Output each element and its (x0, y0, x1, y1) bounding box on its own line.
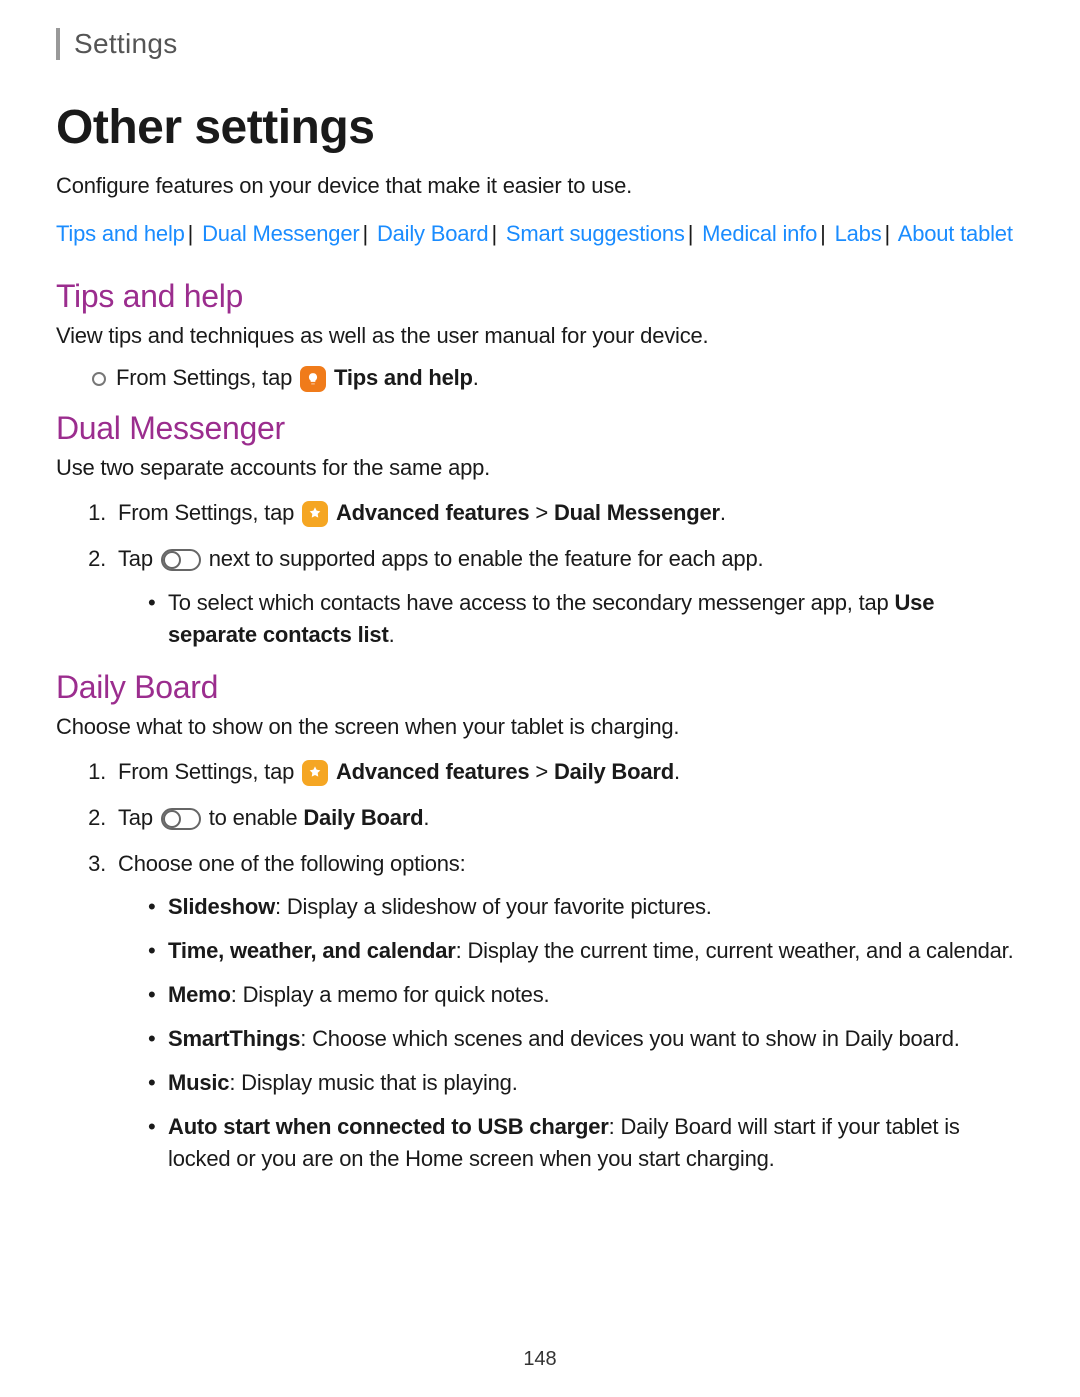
dual-s1-gt: > (535, 500, 548, 525)
dual-s2-suffix: next to supported apps to enable the fea… (209, 546, 764, 571)
toc-sep: | (363, 221, 369, 246)
toc-link-labs[interactable]: Labs (835, 221, 882, 246)
toc-link-dual[interactable]: Dual Messenger (202, 221, 359, 246)
lightbulb-icon (300, 366, 326, 392)
list-item: Auto start when connected to USB charger… (148, 1111, 1024, 1175)
dual-s2-prefix: Tap (118, 546, 153, 571)
dual-intro: Use two separate accounts for the same a… (56, 455, 1024, 481)
dual-step-1: From Settings, tap Advanced features > D… (112, 497, 1024, 529)
open-circle-bullet-icon (92, 372, 106, 386)
dual-s1-prefix: From Settings, tap (118, 500, 294, 525)
dual-s1-b2: Dual Messenger (554, 500, 720, 525)
toc-link-medical[interactable]: Medical info (702, 221, 817, 246)
opt-text: : Display a memo for quick notes. (231, 982, 550, 1007)
opt-text: : Display a slideshow of your favorite p… (275, 894, 712, 919)
list-item: Memo: Display a memo for quick notes. (148, 979, 1024, 1011)
toc-sep: | (820, 221, 826, 246)
daily-s2-bold: Daily Board (303, 805, 423, 830)
tips-step-label: Tips and help (334, 365, 473, 390)
list-item: Music: Display music that is playing. (148, 1067, 1024, 1099)
daily-s3: Choose one of the following options: (118, 851, 466, 876)
tips-step: From Settings, tap Tips and help. (92, 365, 1024, 392)
opt-bold: Slideshow (168, 894, 275, 919)
opt-text: : Choose which scenes and devices you wa… (300, 1026, 959, 1051)
daily-s1-b1: Advanced features (336, 759, 529, 784)
opt-text: : Display music that is playing. (229, 1070, 517, 1095)
daily-s1-b2: Daily Board (554, 759, 674, 784)
advanced-features-icon (302, 501, 328, 527)
dual-steps: From Settings, tap Advanced features > D… (112, 497, 1024, 651)
toc-sep: | (885, 221, 891, 246)
toc-link-about[interactable]: About tablet (898, 221, 1013, 246)
toc: Tips and help| Dual Messenger| Daily Boa… (56, 217, 1024, 250)
opt-bold: Auto start when connected to USB charger (168, 1114, 609, 1139)
toc-link-smart[interactable]: Smart suggestions (506, 221, 685, 246)
advanced-features-icon (302, 760, 328, 786)
dual-step-2: Tap next to supported apps to enable the… (112, 543, 1024, 651)
daily-step-3: Choose one of the following options: Sli… (112, 848, 1024, 1175)
dual-s1-b1: Advanced features (336, 500, 529, 525)
list-item: SmartThings: Choose which scenes and dev… (148, 1023, 1024, 1055)
breadcrumb: Settings (74, 28, 1024, 60)
toc-sep: | (688, 221, 694, 246)
page-title: Other settings (56, 100, 1024, 155)
daily-s1-prefix: From Settings, tap (118, 759, 294, 784)
toggle-icon (161, 549, 201, 571)
opt-bold: Memo (168, 982, 231, 1007)
dual-sub: To select which contacts have access to … (148, 587, 1024, 651)
heading-dual: Dual Messenger (56, 410, 1024, 447)
daily-s2-mid: to enable (209, 805, 304, 830)
toc-link-daily[interactable]: Daily Board (377, 221, 489, 246)
daily-steps: From Settings, tap Advanced features > D… (112, 756, 1024, 1175)
list-item: Time, weather, and calendar: Display the… (148, 935, 1024, 967)
toc-sep: | (188, 221, 194, 246)
daily-s2-prefix: Tap (118, 805, 153, 830)
dual-sub-item: To select which contacts have access to … (148, 587, 1024, 651)
page-intro: Configure features on your device that m… (56, 173, 1024, 199)
daily-step-1: From Settings, tap Advanced features > D… (112, 756, 1024, 788)
dual-sub-text: To select which contacts have access to … (168, 590, 894, 615)
toc-sep: | (491, 221, 497, 246)
daily-options: Slideshow: Display a slideshow of your f… (148, 891, 1024, 1174)
heading-daily: Daily Board (56, 669, 1024, 706)
list-item: Slideshow: Display a slideshow of your f… (148, 891, 1024, 923)
opt-bold: Music (168, 1070, 229, 1095)
tips-step-prefix: From Settings, tap (116, 365, 292, 390)
daily-step-2: Tap to enable Daily Board. (112, 802, 1024, 834)
opt-text: : Display the current time, current weat… (456, 938, 1014, 963)
heading-tips: Tips and help (56, 278, 1024, 315)
daily-s1-gt: > (535, 759, 548, 784)
daily-intro: Choose what to show on the screen when y… (56, 714, 1024, 740)
tips-intro: View tips and techniques as well as the … (56, 323, 1024, 349)
toggle-icon (161, 808, 201, 830)
opt-bold: SmartThings (168, 1026, 300, 1051)
breadcrumb-container: Settings (56, 28, 1024, 60)
opt-bold: Time, weather, and calendar (168, 938, 456, 963)
toc-link-tips[interactable]: Tips and help (56, 221, 185, 246)
page-number: 148 (0, 1348, 1080, 1371)
